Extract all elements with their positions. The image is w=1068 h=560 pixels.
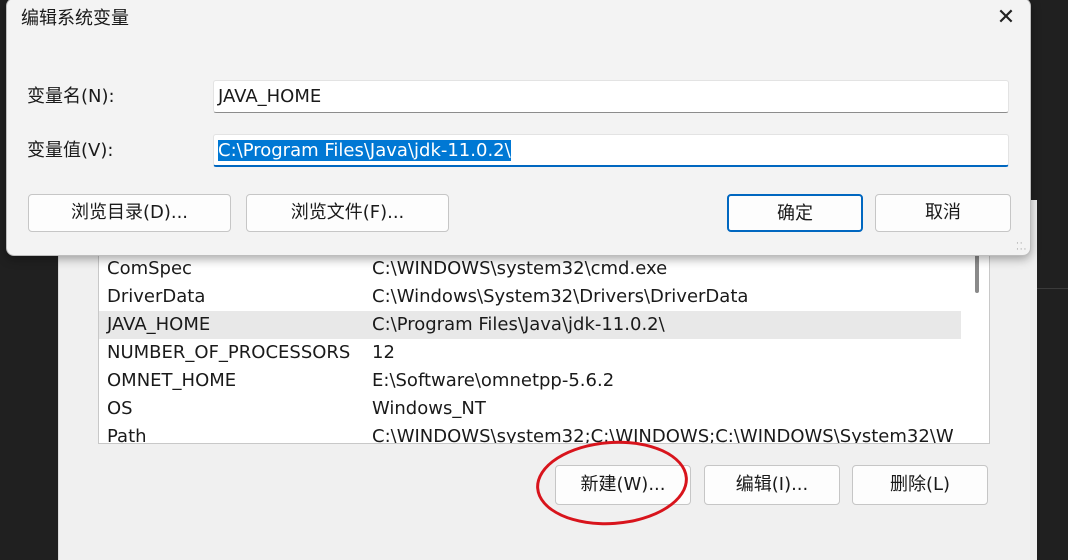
list-item[interactable]: OMNET_HOME E:\Software\omnetpp-5.6.2 [99, 367, 961, 395]
system-variables-list[interactable]: ComSpec C:\WINDOWS\system32\cmd.exe Driv… [98, 248, 990, 444]
browse-directory-button[interactable]: 浏览目录(D)... [28, 194, 231, 232]
variable-value-label: 变量值(V): [27, 140, 114, 161]
resize-grip-icon[interactable]: · · · · · [1016, 240, 1028, 255]
background-divider [1036, 288, 1068, 289]
cancel-button[interactable]: 取消 [875, 194, 1011, 232]
dialog-title: 编辑系统变量 [21, 8, 129, 29]
list-item[interactable]: Path C:\WINDOWS\system32;C:\WINDOWS;C:\W… [99, 423, 961, 444]
variable-name: Path [107, 426, 147, 444]
variable-name: OMNET_HOME [107, 370, 237, 391]
variable-value: Windows_NT [372, 398, 486, 419]
variable-name: DriverData [107, 286, 206, 307]
variable-value: 12 [372, 342, 395, 363]
edit-system-variable-dialog: 编辑系统变量 ✕ 变量名(N): JAVA_HOME 变量值(V): C:\Pr… [6, 0, 1031, 256]
variable-value: E:\Software\omnetpp-5.6.2 [372, 370, 615, 391]
scrollbar-thumb[interactable] [975, 253, 979, 293]
variable-name: JAVA_HOME [107, 314, 211, 335]
list-item[interactable]: DriverData C:\Windows\System32\Drivers\D… [99, 283, 961, 311]
browse-file-button[interactable]: 浏览文件(F)... [246, 194, 449, 232]
variable-value: C:\WINDOWS\system32\cmd.exe [372, 258, 668, 279]
variable-value: C:\Program Files\Java\jdk-11.0.2\ [372, 314, 665, 335]
close-icon[interactable]: ✕ [993, 5, 1019, 31]
variable-value-input[interactable]: C:\Program Files\Java\jdk-11.0.2\ [213, 134, 1009, 167]
edit-button[interactable]: 编辑(I)... [704, 465, 840, 505]
variable-name-input[interactable]: JAVA_HOME [213, 80, 1009, 113]
list-item[interactable]: ComSpec C:\WINDOWS\system32\cmd.exe [99, 255, 961, 283]
variable-name: OS [107, 398, 133, 419]
vertical-scrollbar[interactable] [973, 249, 981, 443]
variable-name-label: 变量名(N): [27, 86, 115, 107]
variable-name: ComSpec [107, 258, 192, 279]
ok-button[interactable]: 确定 [727, 194, 863, 232]
selected-text: C:\Program Files\Java\jdk-11.0.2\ [218, 140, 511, 161]
list-item[interactable]: OS Windows_NT [99, 395, 961, 423]
variable-value: C:\WINDOWS\system32;C:\WINDOWS;C:\WINDOW… [372, 426, 954, 444]
list-item[interactable]: NUMBER_OF_PROCESSORS 12 [99, 339, 961, 367]
variable-name: NUMBER_OF_PROCESSORS [107, 342, 351, 363]
list-item-selected[interactable]: JAVA_HOME C:\Program Files\Java\jdk-11.0… [99, 311, 961, 339]
variable-value: C:\Windows\System32\Drivers\DriverData [372, 286, 749, 307]
delete-button[interactable]: 删除(L) [852, 465, 988, 505]
